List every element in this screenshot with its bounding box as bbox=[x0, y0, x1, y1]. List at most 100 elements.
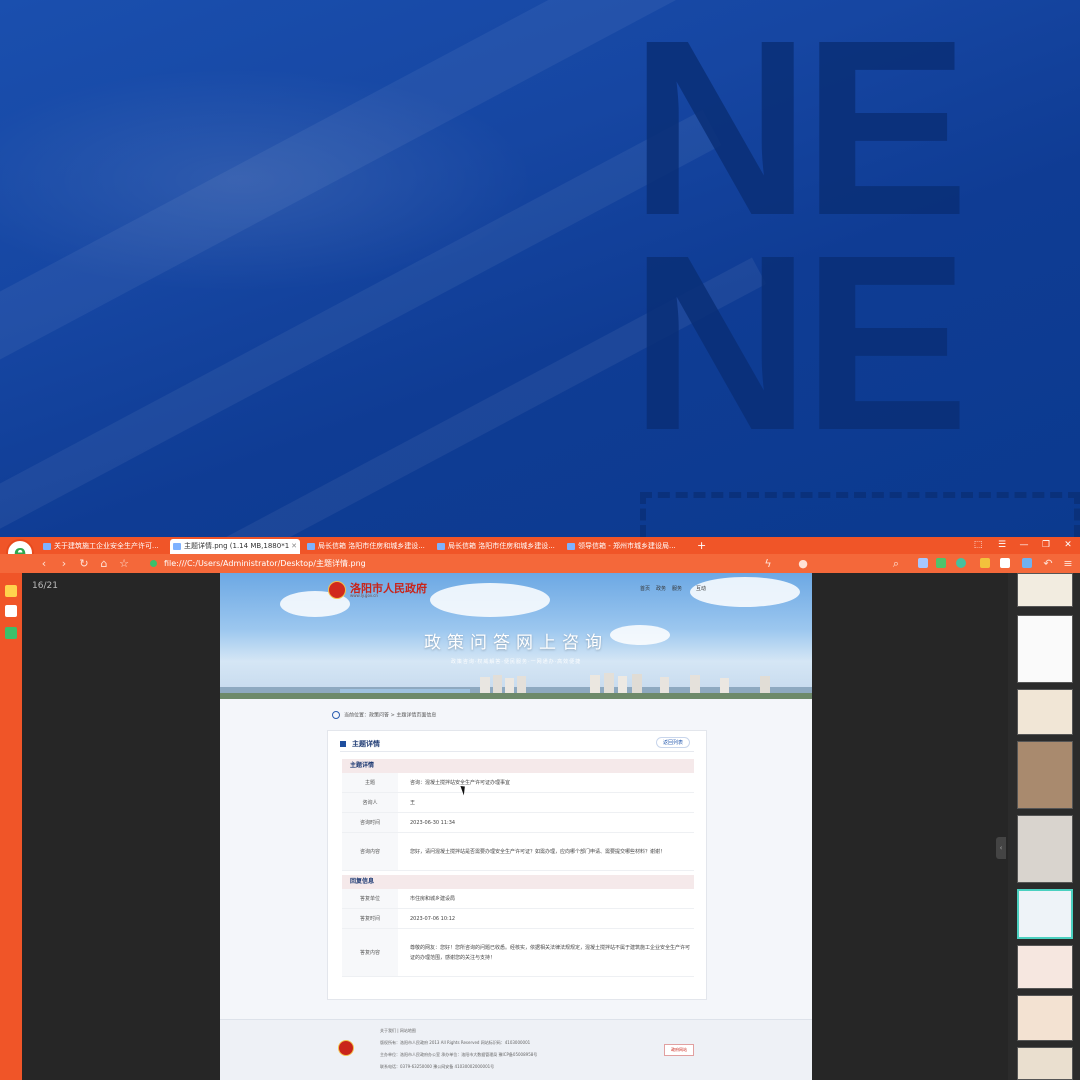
viewed-image: 洛阳市人民政府 www.ly.gov.cn 首页 政务 服务 互动 政策问答网上… bbox=[220, 573, 812, 1080]
table-row: 答复单位 市住房和城乡建设局 bbox=[342, 889, 694, 909]
page-icon bbox=[567, 543, 575, 550]
toolbar: ‹ › ↻ ⌂ ☆ file:///C:/Users/Administrator… bbox=[0, 554, 1080, 573]
tab-label: 局长信箱 洛阳市住房和城乡建设... bbox=[318, 542, 425, 550]
forward-icon[interactable]: › bbox=[56, 556, 72, 571]
home-icon[interactable]: ⌂ bbox=[96, 556, 112, 571]
close-window-button[interactable]: ✕ bbox=[1058, 537, 1078, 553]
card-title-text: 主题详情 bbox=[352, 740, 380, 748]
thumbnail[interactable] bbox=[1017, 815, 1073, 883]
thumbnail[interactable] bbox=[1017, 689, 1073, 735]
weibo-icon[interactable] bbox=[5, 605, 17, 617]
row-value: 2023-06-30 11:34 bbox=[410, 819, 456, 826]
footer-text: 主办单位：洛阳市人民政府办公室 承办单位：洛阳市大数据管理局 豫ICP备0500… bbox=[380, 1052, 538, 1057]
tab-label: 关于建筑施工企业安全生产许可... bbox=[54, 542, 159, 550]
extension-icon[interactable]: ● bbox=[795, 556, 811, 571]
wallpaper-lettering: NE NE bbox=[630, 0, 969, 482]
tab-2-active[interactable]: 主题详情.png (1.14 MB,1880*1 ✕ bbox=[170, 539, 300, 554]
shield-icon[interactable] bbox=[980, 558, 990, 568]
collapse-panel-handle[interactable]: ‹ bbox=[996, 837, 1006, 859]
tab-1[interactable]: 关于建筑施工企业安全生产许可... bbox=[40, 539, 168, 554]
apps-icon[interactable] bbox=[5, 627, 17, 639]
footer-links[interactable]: 关于我们 | 网站地图 bbox=[380, 1028, 416, 1034]
page-icon bbox=[437, 543, 445, 550]
thumbnail[interactable] bbox=[1017, 1047, 1073, 1080]
tab-3[interactable]: 局长信箱 洛阳市住房和城乡建设... bbox=[304, 539, 430, 554]
nav-link[interactable]: 政务 bbox=[656, 585, 666, 592]
row-label: 主题 bbox=[342, 773, 398, 792]
footer-text: 版权所有：洛阳市人民政府 2013 All Rights Reserved 网站… bbox=[380, 1040, 531, 1045]
thumbnail[interactable] bbox=[1017, 741, 1073, 809]
row-value: 您好，请问混凝土搅拌站是否需要办理安全生产许可证？如需办理，应向哪个部门申请、需… bbox=[410, 848, 666, 855]
table-row: 咨询时间 2023-06-30 11:34 bbox=[342, 813, 694, 833]
plugin-icon[interactable] bbox=[956, 558, 966, 568]
address-bar[interactable]: file:///C:/Users/Administrator/Desktop/主… bbox=[146, 556, 766, 571]
menu-icon[interactable]: ☰ bbox=[992, 537, 1012, 553]
browser-window: 关于建筑施工企业安全生产许可... 主题详情.png (1.14 MB,1880… bbox=[0, 537, 1080, 1080]
section-header-reply: 回复信息 bbox=[342, 875, 694, 889]
table-row: 答复内容 尊敬的网友：您好！您所咨询的问题已收悉。经核实，依据相关法律法规规定，… bbox=[342, 929, 694, 977]
nav-link[interactable]: 服务 bbox=[672, 585, 682, 592]
location-icon bbox=[332, 711, 340, 719]
row-label: 答复单位 bbox=[342, 889, 398, 908]
back-to-list-button[interactable]: 返回列表 bbox=[655, 737, 690, 748]
banner-title: 政策问答网上咨询 bbox=[424, 633, 608, 653]
government-emblem-icon bbox=[328, 581, 346, 599]
tab-bar: 关于建筑施工企业安全生产许可... 主题详情.png (1.14 MB,1880… bbox=[0, 537, 1080, 554]
row-value: 2023-07-06 10:12 bbox=[410, 915, 456, 922]
screenshot-icon[interactable] bbox=[918, 558, 928, 568]
table-row: 主题 咨询：混凝土搅拌站安全生产许可证办理事宜 bbox=[342, 773, 694, 793]
lightning-icon[interactable]: ϟ bbox=[760, 556, 776, 571]
nav-link[interactable]: 首页 bbox=[640, 585, 650, 592]
skin-icon[interactable]: ⬚ bbox=[968, 537, 988, 553]
back-icon[interactable]: ‹ bbox=[36, 556, 52, 571]
thumbnail[interactable] bbox=[1017, 995, 1073, 1041]
favorites-icon[interactable] bbox=[5, 585, 17, 597]
cloud bbox=[430, 583, 550, 617]
table-row: 答复时间 2023-07-06 10:12 bbox=[342, 909, 694, 929]
tab-5[interactable]: 领导信箱 - 郑州市城乡建设局... bbox=[564, 539, 690, 554]
site-domain: www.ly.gov.cn bbox=[350, 593, 378, 598]
breadcrumb-text: 当前位置：政策问答 > 主题详情页面信息 bbox=[344, 712, 437, 719]
gov-site-badge[interactable]: 政府网站 bbox=[664, 1044, 694, 1056]
thumbnail-selected[interactable] bbox=[1017, 889, 1073, 939]
divider bbox=[340, 751, 694, 752]
section-header-topic: 主题详情 bbox=[342, 759, 694, 773]
plugin-icon[interactable] bbox=[936, 558, 946, 568]
thumbnail[interactable] bbox=[1017, 945, 1073, 989]
row-label: 答复内容 bbox=[342, 929, 398, 976]
left-sidebar bbox=[0, 573, 22, 1080]
footer-emblem-icon bbox=[338, 1040, 354, 1056]
nav-link[interactable]: 互动 bbox=[696, 585, 706, 592]
tab-label: 局长信箱 洛阳市住房和城乡建设... bbox=[448, 542, 555, 550]
tab-label: 领导信箱 - 郑州市城乡建设局... bbox=[578, 542, 676, 550]
undo-icon[interactable]: ↶ bbox=[1040, 556, 1056, 571]
title-marker-icon bbox=[340, 741, 346, 747]
maximize-button[interactable]: ❐ bbox=[1036, 537, 1056, 553]
refresh-icon[interactable]: ↻ bbox=[76, 556, 92, 571]
footer-text: 联系电话：0379-63250000 豫公网安备 41030002000001号 bbox=[380, 1064, 495, 1069]
new-tab-button[interactable]: + bbox=[697, 537, 706, 554]
thumbnail[interactable] bbox=[1017, 615, 1073, 683]
address-text: file:///C:/Users/Administrator/Desktop/主… bbox=[164, 559, 366, 568]
page-icon bbox=[307, 543, 315, 550]
menu-icon[interactable]: ≡ bbox=[1060, 556, 1076, 571]
apps-icon[interactable] bbox=[1022, 558, 1032, 568]
search-icon[interactable]: ⌕ bbox=[888, 556, 904, 571]
tab-label: 主题详情.png (1.14 MB,1880*1 bbox=[184, 542, 290, 550]
minimize-button[interactable]: — bbox=[1014, 537, 1034, 553]
bookmark-star-icon[interactable]: ☆ bbox=[116, 556, 132, 571]
row-value: 王 bbox=[410, 799, 416, 806]
image-counter: 16/21 bbox=[32, 581, 58, 591]
row-label: 咨询时间 bbox=[342, 813, 398, 832]
table-row: 咨询内容 您好，请问混凝土搅拌站是否需要办理安全生产许可证？如需办理，应向哪个部… bbox=[342, 833, 694, 871]
city-skyline bbox=[220, 673, 812, 699]
flag-icon[interactable] bbox=[1000, 558, 1010, 568]
card-title: 主题详情 bbox=[340, 739, 380, 749]
row-value: 咨询：混凝土搅拌站安全生产许可证办理事宜 bbox=[410, 779, 511, 786]
tab-4[interactable]: 局长信箱 洛阳市住房和城乡建设... bbox=[434, 539, 560, 554]
detail-card: 主题详情 返回列表 主题详情 主题 咨询：混凝土搅拌站安全生产许可证办理事宜 咨… bbox=[327, 730, 707, 1000]
thumbnail[interactable] bbox=[1017, 573, 1073, 607]
site-footer: 关于我们 | 网站地图 版权所有：洛阳市人民政府 2013 All Rights… bbox=[220, 1019, 812, 1080]
table-row: 咨询人 王 bbox=[342, 793, 694, 813]
close-tab-icon[interactable]: ✕ bbox=[291, 539, 297, 554]
